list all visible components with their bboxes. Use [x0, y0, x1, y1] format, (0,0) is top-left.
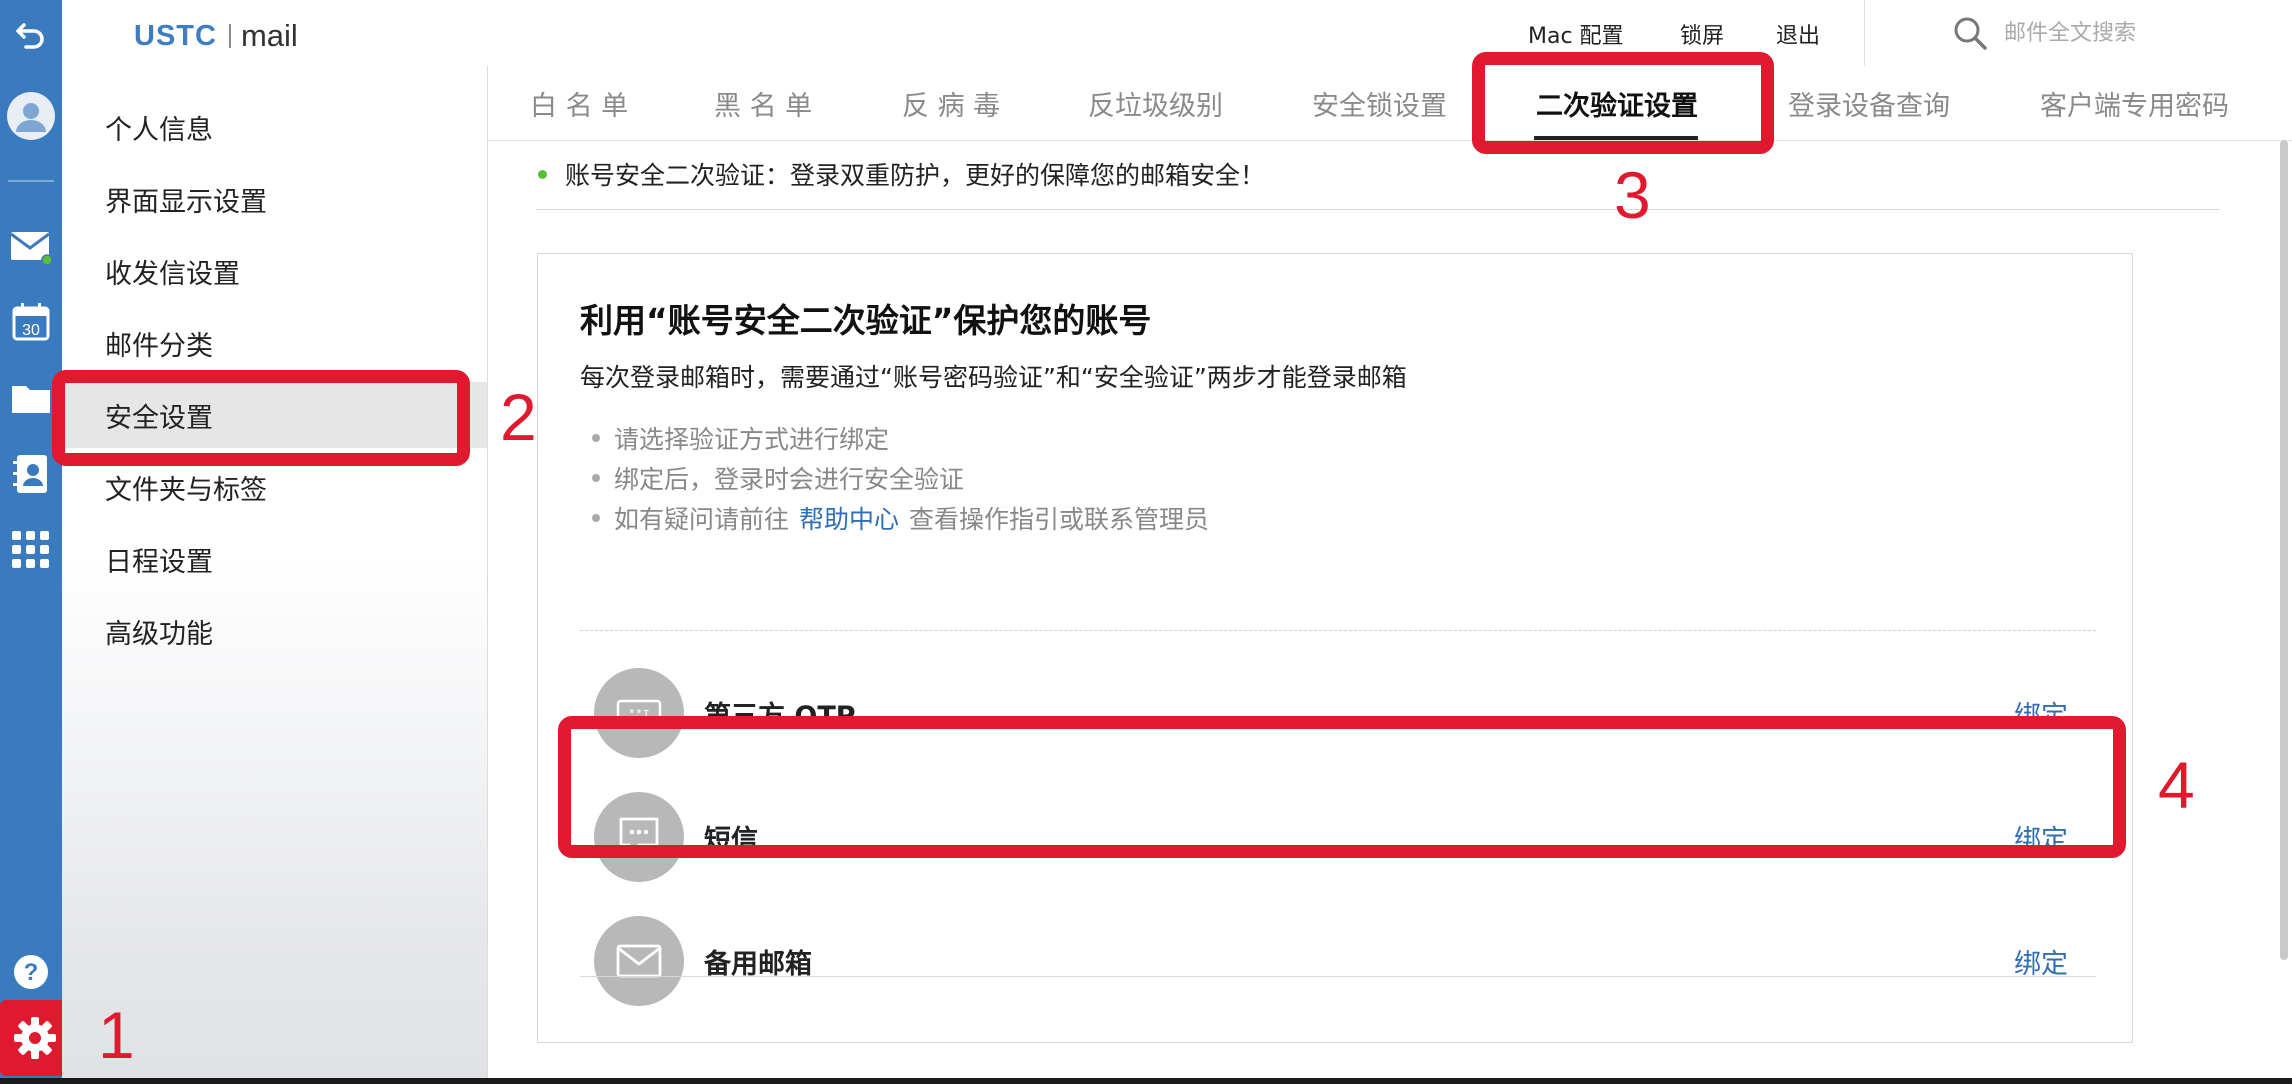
option-label: 短信: [704, 825, 758, 856]
security-notice: 账号安全二次验证：登录双重防护，更好的保障您的邮箱安全！: [538, 156, 1265, 192]
sidebar-item-label: 文件夹与标签: [105, 474, 267, 506]
card-description: 每次登录邮箱时，需要通过“账号密码验证”和“安全验证”两步才能登录邮箱: [580, 363, 1407, 392]
sidebar-item-send-receive[interactable]: 收发信设置: [62, 238, 487, 304]
tab-bar: 白 名 单 黑 名 单 反 病 毒 反垃圾级别 安全锁设置 二次验证设置 登录设…: [488, 66, 2292, 141]
logo-divider: [228, 24, 231, 48]
settings-main: 白 名 单 黑 名 单 反 病 毒 反垃圾级别 安全锁设置 二次验证设置 登录设…: [488, 66, 2292, 1078]
gear-icon: [14, 1017, 56, 1059]
folder-icon[interactable]: [0, 370, 62, 426]
app-logo[interactable]: USTC mail: [134, 18, 298, 54]
search-icon[interactable]: [1952, 15, 1988, 51]
help-center-link[interactable]: 帮助中心: [799, 500, 899, 536]
settings-sidebar: 个人信息 界面显示设置 收发信设置 邮件分类 安全设置 文件夹与标签 日程设置 …: [62, 66, 488, 1078]
search-box: [1952, 14, 2292, 52]
sidebar-item-advanced[interactable]: 高级功能: [62, 598, 487, 664]
notice-divider: [536, 209, 2220, 210]
sidebar-item-mail-category[interactable]: 邮件分类: [62, 310, 487, 376]
calendar-icon[interactable]: 30: [0, 294, 62, 350]
options-bottom-divider: [580, 976, 2096, 977]
option-row-otp: **I 第三方 OTP 绑定: [580, 654, 2096, 774]
tab-blacklist[interactable]: 黑 名 单: [714, 66, 812, 140]
bullet-item: 请选择验证方式进行绑定: [592, 420, 889, 456]
dashed-divider: [580, 630, 2096, 631]
sidebar-item-label: 邮件分类: [105, 330, 213, 362]
bullet-item: 绑定后，登录时会进行安全验证: [592, 460, 964, 496]
sidebar-item-label: 高级功能: [105, 618, 213, 650]
apps-grid-icon[interactable]: [0, 522, 62, 578]
vertical-scrollbar[interactable]: [2280, 140, 2288, 960]
tab-login-devices[interactable]: 登录设备查询: [1788, 66, 1950, 140]
two-step-card: 利用“账号安全二次验证”保护您的账号 每次登录邮箱时，需要通过“账号密码验证”和…: [537, 253, 2133, 1043]
svg-text:**I: **I: [628, 708, 650, 722]
bullet-text: 请选择验证方式进行绑定: [614, 425, 890, 454]
tab-security-lock[interactable]: 安全锁设置: [1312, 66, 1447, 140]
logo-ustc: USTC: [134, 19, 217, 52]
mac-config-link[interactable]: Mac 配置: [1528, 18, 1624, 50]
tab-two-step-verification[interactable]: 二次验证设置: [1536, 66, 1698, 140]
annotation-number-3: 3: [1614, 158, 1651, 232]
sms-chat-icon: [594, 792, 684, 882]
sidebar-item-calendar[interactable]: 日程设置: [62, 526, 487, 592]
bullet-text: 如有疑问请前往: [614, 505, 790, 534]
sidebar-item-security[interactable]: 安全设置: [62, 382, 487, 448]
otp-password-icon: **I: [594, 668, 684, 758]
avatar-icon[interactable]: [0, 88, 62, 144]
bind-otp-button[interactable]: 绑定: [2014, 694, 2068, 733]
search-input[interactable]: [2002, 19, 2292, 47]
annotation-number-2: 2: [500, 380, 537, 454]
option-row-backup-email: 备用邮箱 绑定: [580, 902, 2096, 1022]
card-title: 利用“账号安全二次验证”保护您的账号: [580, 301, 1152, 340]
top-header: USTC mail Mac 配置 锁屏 退出: [62, 0, 2292, 67]
bullet-item: 如有疑问请前往 帮助中心 查看操作指引或联系管理员: [592, 500, 1209, 536]
bullet-text: 查看操作指引或联系管理员: [909, 505, 1210, 534]
tab-whitelist[interactable]: 白 名 单: [530, 66, 628, 140]
sidebar-item-label: 界面显示设置: [105, 186, 267, 218]
app-rail: 30 ?: [0, 0, 62, 1084]
option-row-sms: 短信 绑定: [580, 778, 2096, 898]
envelope-icon: [594, 916, 684, 1006]
header-divider: [1864, 0, 1865, 66]
sidebar-item-personal-info[interactable]: 个人信息: [62, 94, 487, 160]
option-label: 第三方 OTP: [704, 701, 856, 732]
rail-divider: [8, 180, 54, 182]
sidebar-item-display[interactable]: 界面显示设置: [62, 166, 487, 232]
back-icon[interactable]: [0, 6, 62, 62]
active-tab-indicator: [1534, 136, 1698, 140]
annotation-number-4: 4: [2158, 748, 2195, 822]
contacts-icon[interactable]: [0, 446, 62, 502]
sidebar-item-label: 个人信息: [105, 114, 213, 146]
notice-text: 账号安全二次验证：登录双重防护，更好的保障您的邮箱安全！: [565, 161, 1266, 190]
sidebar-item-label: 安全设置: [105, 402, 213, 434]
bullet-text: 绑定后，登录时会进行安全验证: [614, 465, 965, 494]
sidebar-item-folders-tags[interactable]: 文件夹与标签: [62, 454, 487, 520]
settings-button[interactable]: [0, 1000, 70, 1076]
lock-screen-link[interactable]: 锁屏: [1680, 18, 1724, 50]
svg-text:?: ?: [24, 959, 39, 986]
calendar-day: 30: [22, 322, 40, 339]
mail-icon[interactable]: [0, 218, 62, 274]
help-icon[interactable]: ?: [0, 944, 62, 1000]
tab-antispam-level[interactable]: 反垃圾级别: [1088, 66, 1223, 140]
tab-antivirus[interactable]: 反 病 毒: [902, 66, 1000, 140]
logout-link[interactable]: 退出: [1776, 18, 1820, 50]
tab-client-password[interactable]: 客户端专用密码: [2040, 66, 2229, 140]
notice-bullet: [538, 169, 547, 179]
annotation-number-1: 1: [98, 998, 135, 1072]
sidebar-item-label: 收发信设置: [105, 258, 240, 290]
bind-sms-button[interactable]: 绑定: [2014, 818, 2068, 857]
sidebar-item-label: 日程设置: [105, 546, 213, 578]
logo-mail: mail: [240, 18, 298, 53]
footer-strip: [0, 1078, 2292, 1084]
